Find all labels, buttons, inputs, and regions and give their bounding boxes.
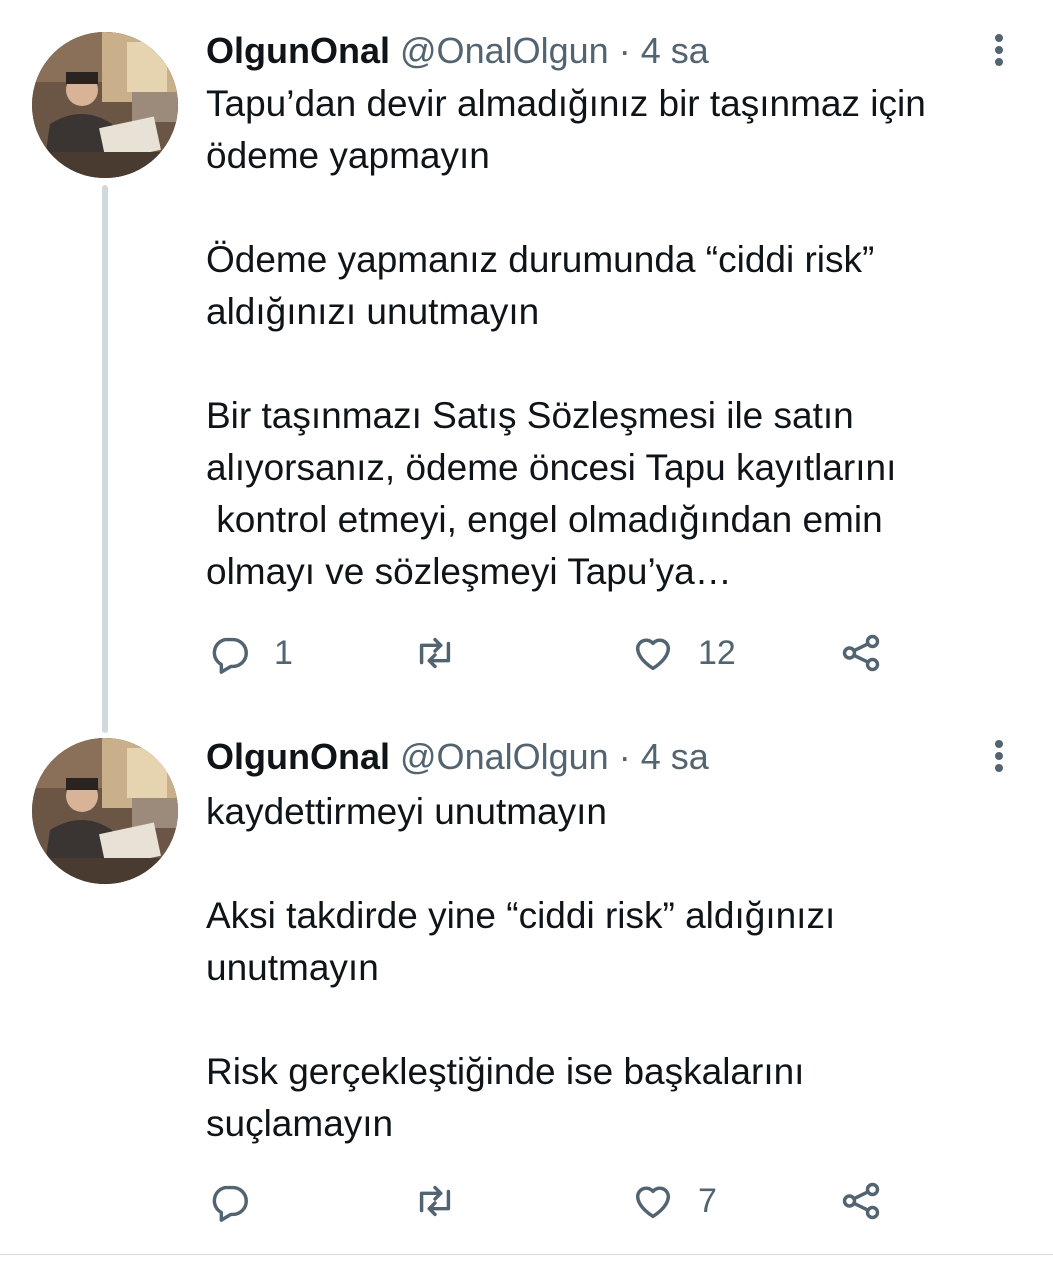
tweet-header: OlgunOnal @OnalOlgun · 4 sa: [206, 30, 709, 72]
handle[interactable]: @OnalOlgun: [400, 30, 609, 71]
tweet-header: OlgunOnal @OnalOlgun · 4 sa: [206, 736, 709, 778]
share-button[interactable]: [838, 628, 884, 678]
timestamp[interactable]: 4 sa: [641, 30, 709, 71]
like-button[interactable]: 12: [630, 628, 736, 678]
tweet-2[interactable]: OlgunOnal @OnalOlgun · 4 sa kaydettirmey…: [0, 706, 1053, 1254]
thread-line: [102, 185, 108, 733]
avatar[interactable]: [32, 32, 178, 178]
reply-button[interactable]: 1: [206, 628, 293, 678]
retweet-button[interactable]: [412, 1176, 480, 1226]
like-button[interactable]: 7: [630, 1176, 717, 1226]
timestamp[interactable]: 4 sa: [641, 736, 709, 777]
tweet-text: kaydettirmeyi unutmayın Aksi takdirde yi…: [206, 791, 836, 1144]
separator: ·: [618, 30, 631, 71]
reply-count: 1: [274, 633, 293, 672]
avatar[interactable]: [32, 738, 178, 884]
share-icon: [842, 634, 880, 672]
more-options-icon[interactable]: [984, 30, 1014, 70]
display-name[interactable]: OlgunOnal: [206, 30, 390, 71]
like-count: 12: [698, 633, 736, 672]
profile-photo-icon: [32, 32, 178, 178]
profile-photo-icon: [32, 738, 178, 884]
separator: ·: [618, 736, 631, 777]
retweet-button[interactable]: [412, 628, 480, 678]
share-button[interactable]: [838, 1176, 884, 1226]
reply-button[interactable]: [206, 1176, 274, 1226]
display-name[interactable]: OlgunOnal: [206, 736, 390, 777]
retweet-icon: [419, 637, 451, 669]
tweet-1[interactable]: OlgunOnal @OnalOlgun · 4 sa Tapu’dan dev…: [0, 0, 1053, 733]
divider: [0, 1254, 1053, 1255]
handle[interactable]: @OnalOlgun: [400, 736, 609, 777]
more-options-icon[interactable]: [984, 736, 1014, 776]
like-icon: [635, 638, 671, 671]
reply-icon: [212, 637, 248, 674]
like-count: 7: [698, 1181, 717, 1220]
action-bar: 1 12: [206, 628, 906, 678]
retweet-icon: [419, 1185, 451, 1217]
tweet-text: Tapu’dan devir almadığınız bir taşınmaz …: [206, 83, 926, 592]
action-bar: 7: [206, 1176, 906, 1226]
like-icon: [635, 1186, 671, 1219]
share-icon: [842, 1182, 880, 1220]
reply-icon: [212, 1185, 248, 1222]
